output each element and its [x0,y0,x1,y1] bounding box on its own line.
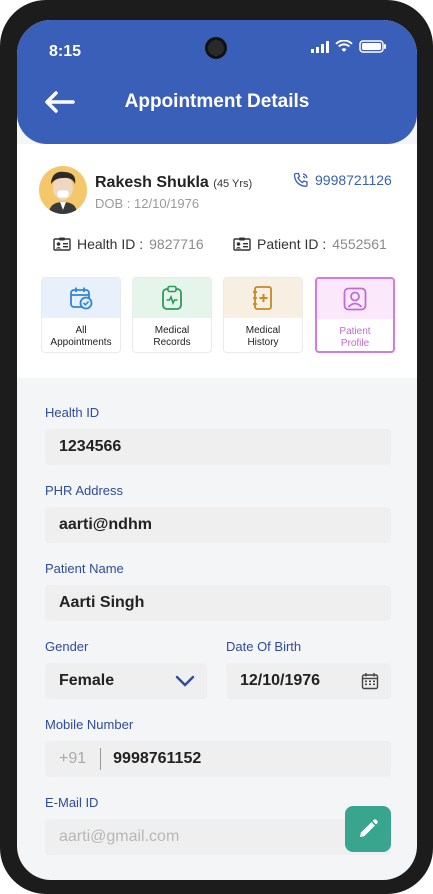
phone-call-link[interactable]: 9998721126 [293,172,392,188]
phr-address-label: PHR Address [45,483,124,498]
tile-icon-area [317,279,393,319]
patient-id-value: 4552561 [332,236,387,252]
battery-icon [359,40,386,53]
edit-button[interactable] [345,806,391,852]
patient-name-label: Patient Name [45,561,124,576]
tile-label-line2: Appointments [50,337,112,348]
health-id-label: Health ID [45,405,100,420]
tile-medical-records[interactable]: Medical Records [132,277,212,353]
tile-patient-profile[interactable]: Patient Profile [315,277,395,353]
camera-notch [205,37,227,59]
chevron-down-icon [175,675,195,687]
tile-label-line1: All [75,325,87,336]
wifi-icon [335,40,353,52]
country-code: +91 [59,750,87,767]
calendar-check-icon [70,287,93,310]
health-id-info: Health ID : 9827716 [53,236,204,252]
calendar-icon[interactable] [361,672,379,690]
patient-id-label: Patient ID : [257,236,327,252]
status-time: 8:15 [49,43,82,60]
dob-field[interactable]: 12/10/1976 [226,663,391,699]
tile-label-line1: Medical [154,325,190,336]
divider [100,748,102,770]
medical-book-icon [253,286,272,310]
dob-value: 12/10/1976 [134,196,200,211]
gender-select[interactable]: Female [45,663,207,699]
phone-frame: 8:15 Appointment Details Rakesh Shukla (… [0,0,433,894]
gender-label: Gender [45,639,89,654]
dob-label: DOB : [95,196,131,211]
health-id-value: 9827716 [149,236,204,252]
tile-label: Medical Records [133,325,211,349]
tile-label: Medical History [224,325,302,349]
status-icons [311,40,387,53]
tile-label-line1: Medical [245,325,281,336]
tile-label: All Appointments [42,325,120,349]
tile-medical-history[interactable]: Medical History [223,277,303,353]
clipboard-pulse-icon [162,285,182,310]
email-label: E-Mail ID [45,795,99,810]
tile-icon-area [42,278,120,318]
patient-dob: DOB : 12/10/1976 [95,196,199,211]
phone-number: 9998721126 [315,172,392,188]
tile-icon-area [133,278,211,318]
screen: 8:15 Appointment Details Rakesh Shukla (… [17,20,417,880]
signal-icon [311,40,329,53]
pencil-icon [360,819,378,837]
health-id-field[interactable]: 1234566 [45,429,391,465]
phr-address-field[interactable]: aarti@ndhm [45,507,391,543]
patient-id-info: Patient ID : 4552561 [233,236,387,252]
patient-age: (45 Yrs) [213,178,253,190]
gender-value: Female [59,672,115,689]
tile-label-line2: History [247,337,279,348]
email-field[interactable]: aarti@gmail.com [45,819,391,855]
dob-field-label: Date Of Birth [226,639,302,654]
phone-call-icon [293,172,308,187]
tile-label-line1: Patient [339,326,371,337]
id-card-icon [233,237,251,251]
dob-field-value: 12/10/1976 [240,672,321,689]
page-title: Appointment Details [124,91,310,112]
user-profile-icon [343,287,367,311]
patient-summary-card: Rakesh Shukla (45 Yrs) DOB : 12/10/1976 … [17,144,417,378]
id-card-icon [53,237,71,251]
avatar [39,166,87,214]
tile-icon-area [224,278,302,318]
mobile-number-value: 9998761152 [113,750,202,767]
health-id-label: Health ID : [77,236,144,252]
mobile-number-field[interactable]: +91 9998761152 [45,741,391,777]
tile-label: Patient Profile [317,326,393,350]
tile-label-line2: Records [153,337,191,348]
app-header: 8:15 Appointment Details [17,20,417,144]
tile-all-appointments[interactable]: All Appointments [41,277,121,353]
mobile-number-label: Mobile Number [45,717,134,732]
patient-name-text: Rakesh Shukla [95,174,209,191]
patient-name-field[interactable]: Aarti Singh [45,585,391,621]
patient-name: Rakesh Shukla (45 Yrs) [95,174,252,192]
tile-label-line2: Profile [340,338,370,349]
